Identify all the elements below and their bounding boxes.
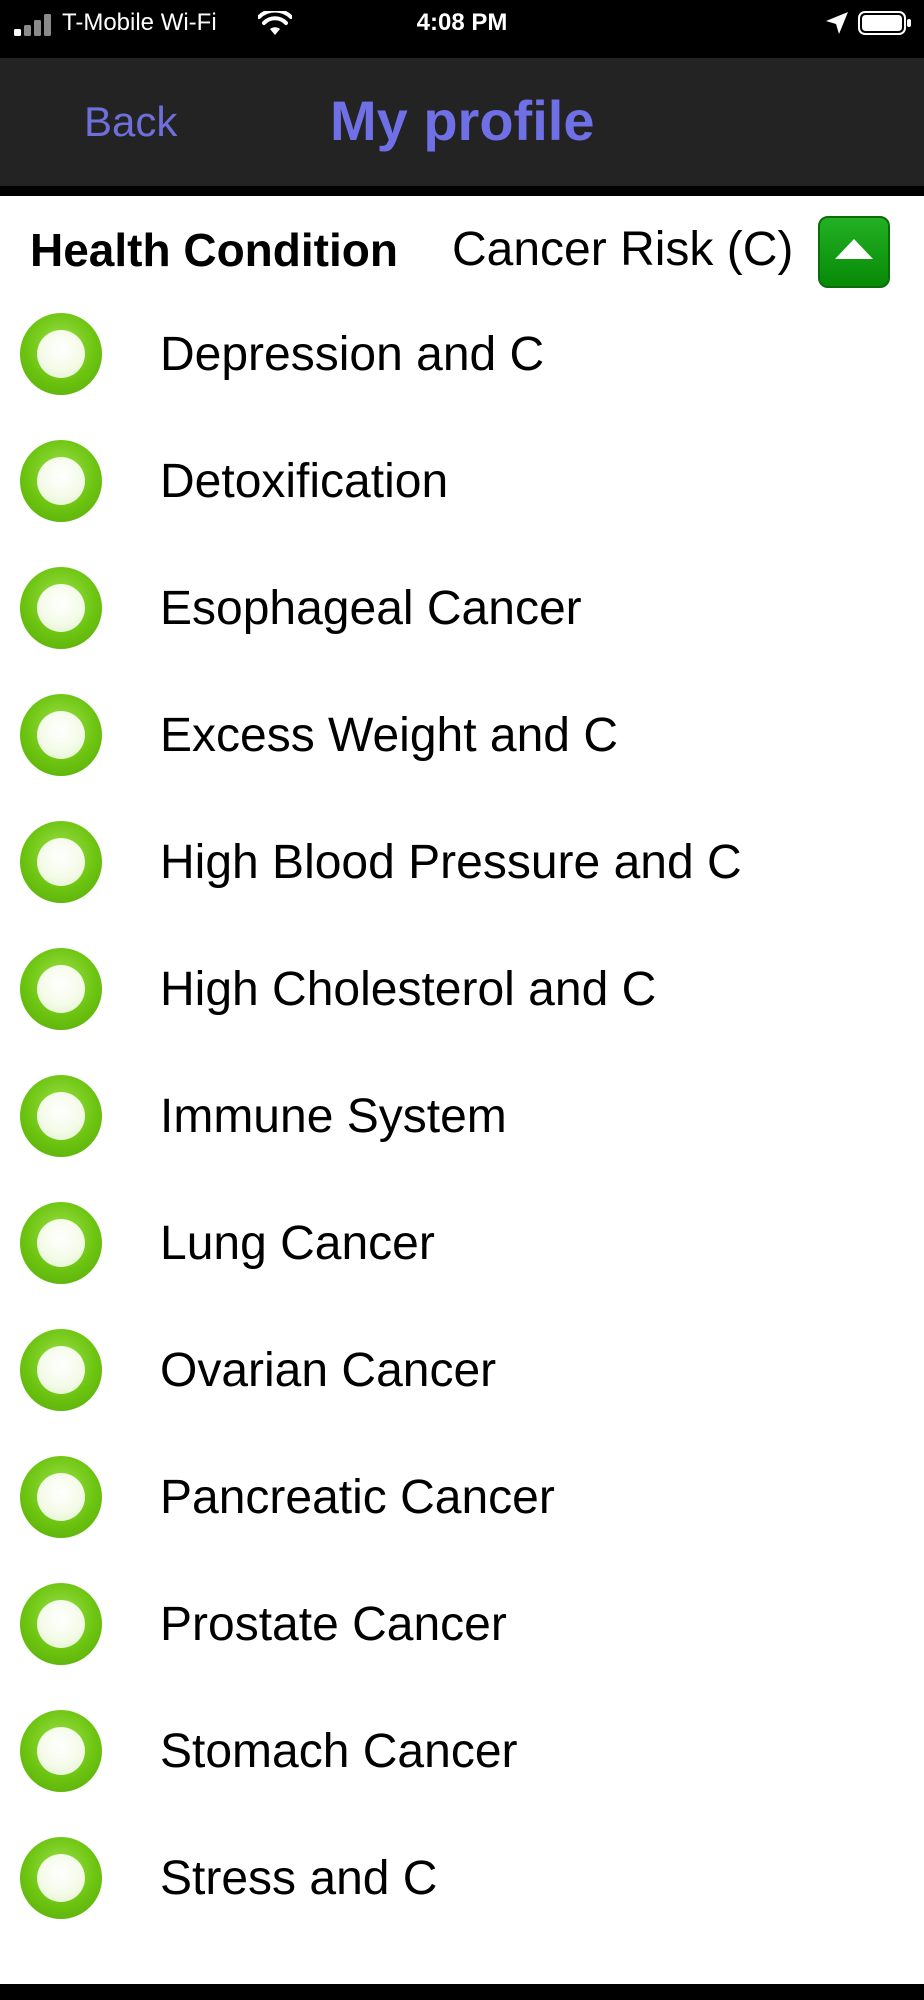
radio-button-icon[interactable]: [20, 1583, 102, 1665]
condition-label: High Blood Pressure and C: [160, 836, 742, 889]
condition-label: Excess Weight and C: [160, 709, 618, 762]
clock-time: 4:08 PM: [416, 9, 508, 36]
radio-button-icon[interactable]: [20, 1710, 102, 1792]
radio-button-icon[interactable]: [20, 1202, 102, 1284]
collapse-up-icon: [835, 239, 873, 259]
selected-condition-value[interactable]: Cancer Risk (C): [452, 224, 793, 276]
condition-label: Immune System: [160, 1090, 507, 1143]
list-item[interactable]: Lung Cancer: [0, 1180, 924, 1307]
list-item[interactable]: Ovarian Cancer: [0, 1307, 924, 1434]
list-item[interactable]: Immune System: [0, 1053, 924, 1180]
collapse-list-button[interactable]: [818, 216, 890, 288]
location-arrow-icon: [826, 12, 848, 34]
radio-button-icon[interactable]: [20, 948, 102, 1030]
condition-label: Prostate Cancer: [160, 1598, 507, 1651]
list-item[interactable]: Prostate Cancer: [0, 1561, 924, 1688]
back-button[interactable]: Back: [84, 98, 177, 146]
health-condition-label: Health Condition: [30, 224, 398, 276]
condition-list[interactable]: Depression and C Detoxification Esophageal…: [0, 196, 924, 1942]
radio-button-icon[interactable]: [20, 1456, 102, 1538]
condition-label: Depression and C: [160, 328, 545, 381]
list-item[interactable]: Detoxification: [0, 418, 924, 545]
radio-button-icon[interactable]: [20, 440, 102, 522]
navigation-bar: Back My profile: [0, 58, 924, 186]
list-item[interactable]: Pancreatic Cancer: [0, 1434, 924, 1561]
radio-button-icon[interactable]: [20, 694, 102, 776]
radio-button-icon[interactable]: [20, 1329, 102, 1411]
page-title: My profile: [330, 89, 595, 152]
condition-label: Stomach Cancer: [160, 1725, 518, 1778]
list-item[interactable]: Stress and C: [0, 1815, 924, 1942]
health-condition-header: Health Condition Cancer Risk (C): [0, 196, 924, 294]
condition-label: Esophageal Cancer: [160, 582, 582, 635]
status-bar: T-Mobile Wi-Fi 4:08 PM: [0, 0, 924, 58]
battery-icon: [858, 11, 911, 35]
list-item[interactable]: Stomach Cancer: [0, 1688, 924, 1815]
list-item[interactable]: High Cholesterol and C: [0, 926, 924, 1053]
radio-button-icon[interactable]: [20, 313, 102, 395]
radio-button-icon[interactable]: [20, 821, 102, 903]
radio-button-icon[interactable]: [20, 1837, 102, 1919]
list-item[interactable]: Depression and C: [0, 291, 924, 418]
list-item[interactable]: High Blood Pressure and C: [0, 799, 924, 926]
condition-label: Detoxification: [160, 455, 449, 508]
list-item[interactable]: Esophageal Cancer: [0, 545, 924, 672]
radio-button-icon[interactable]: [20, 567, 102, 649]
condition-label: Stress and C: [160, 1852, 438, 1905]
condition-label: High Cholesterol and C: [160, 963, 657, 1016]
condition-label: Lung Cancer: [160, 1217, 435, 1270]
list-item[interactable]: Excess Weight and C: [0, 672, 924, 799]
bottom-edge: [0, 1984, 924, 2000]
health-condition-panel: Depression and C Detoxification Esophageal…: [0, 196, 924, 1984]
condition-label: Pancreatic Cancer: [160, 1471, 555, 1524]
radio-button-icon[interactable]: [20, 1075, 102, 1157]
condition-label: Ovarian Cancer: [160, 1344, 497, 1397]
